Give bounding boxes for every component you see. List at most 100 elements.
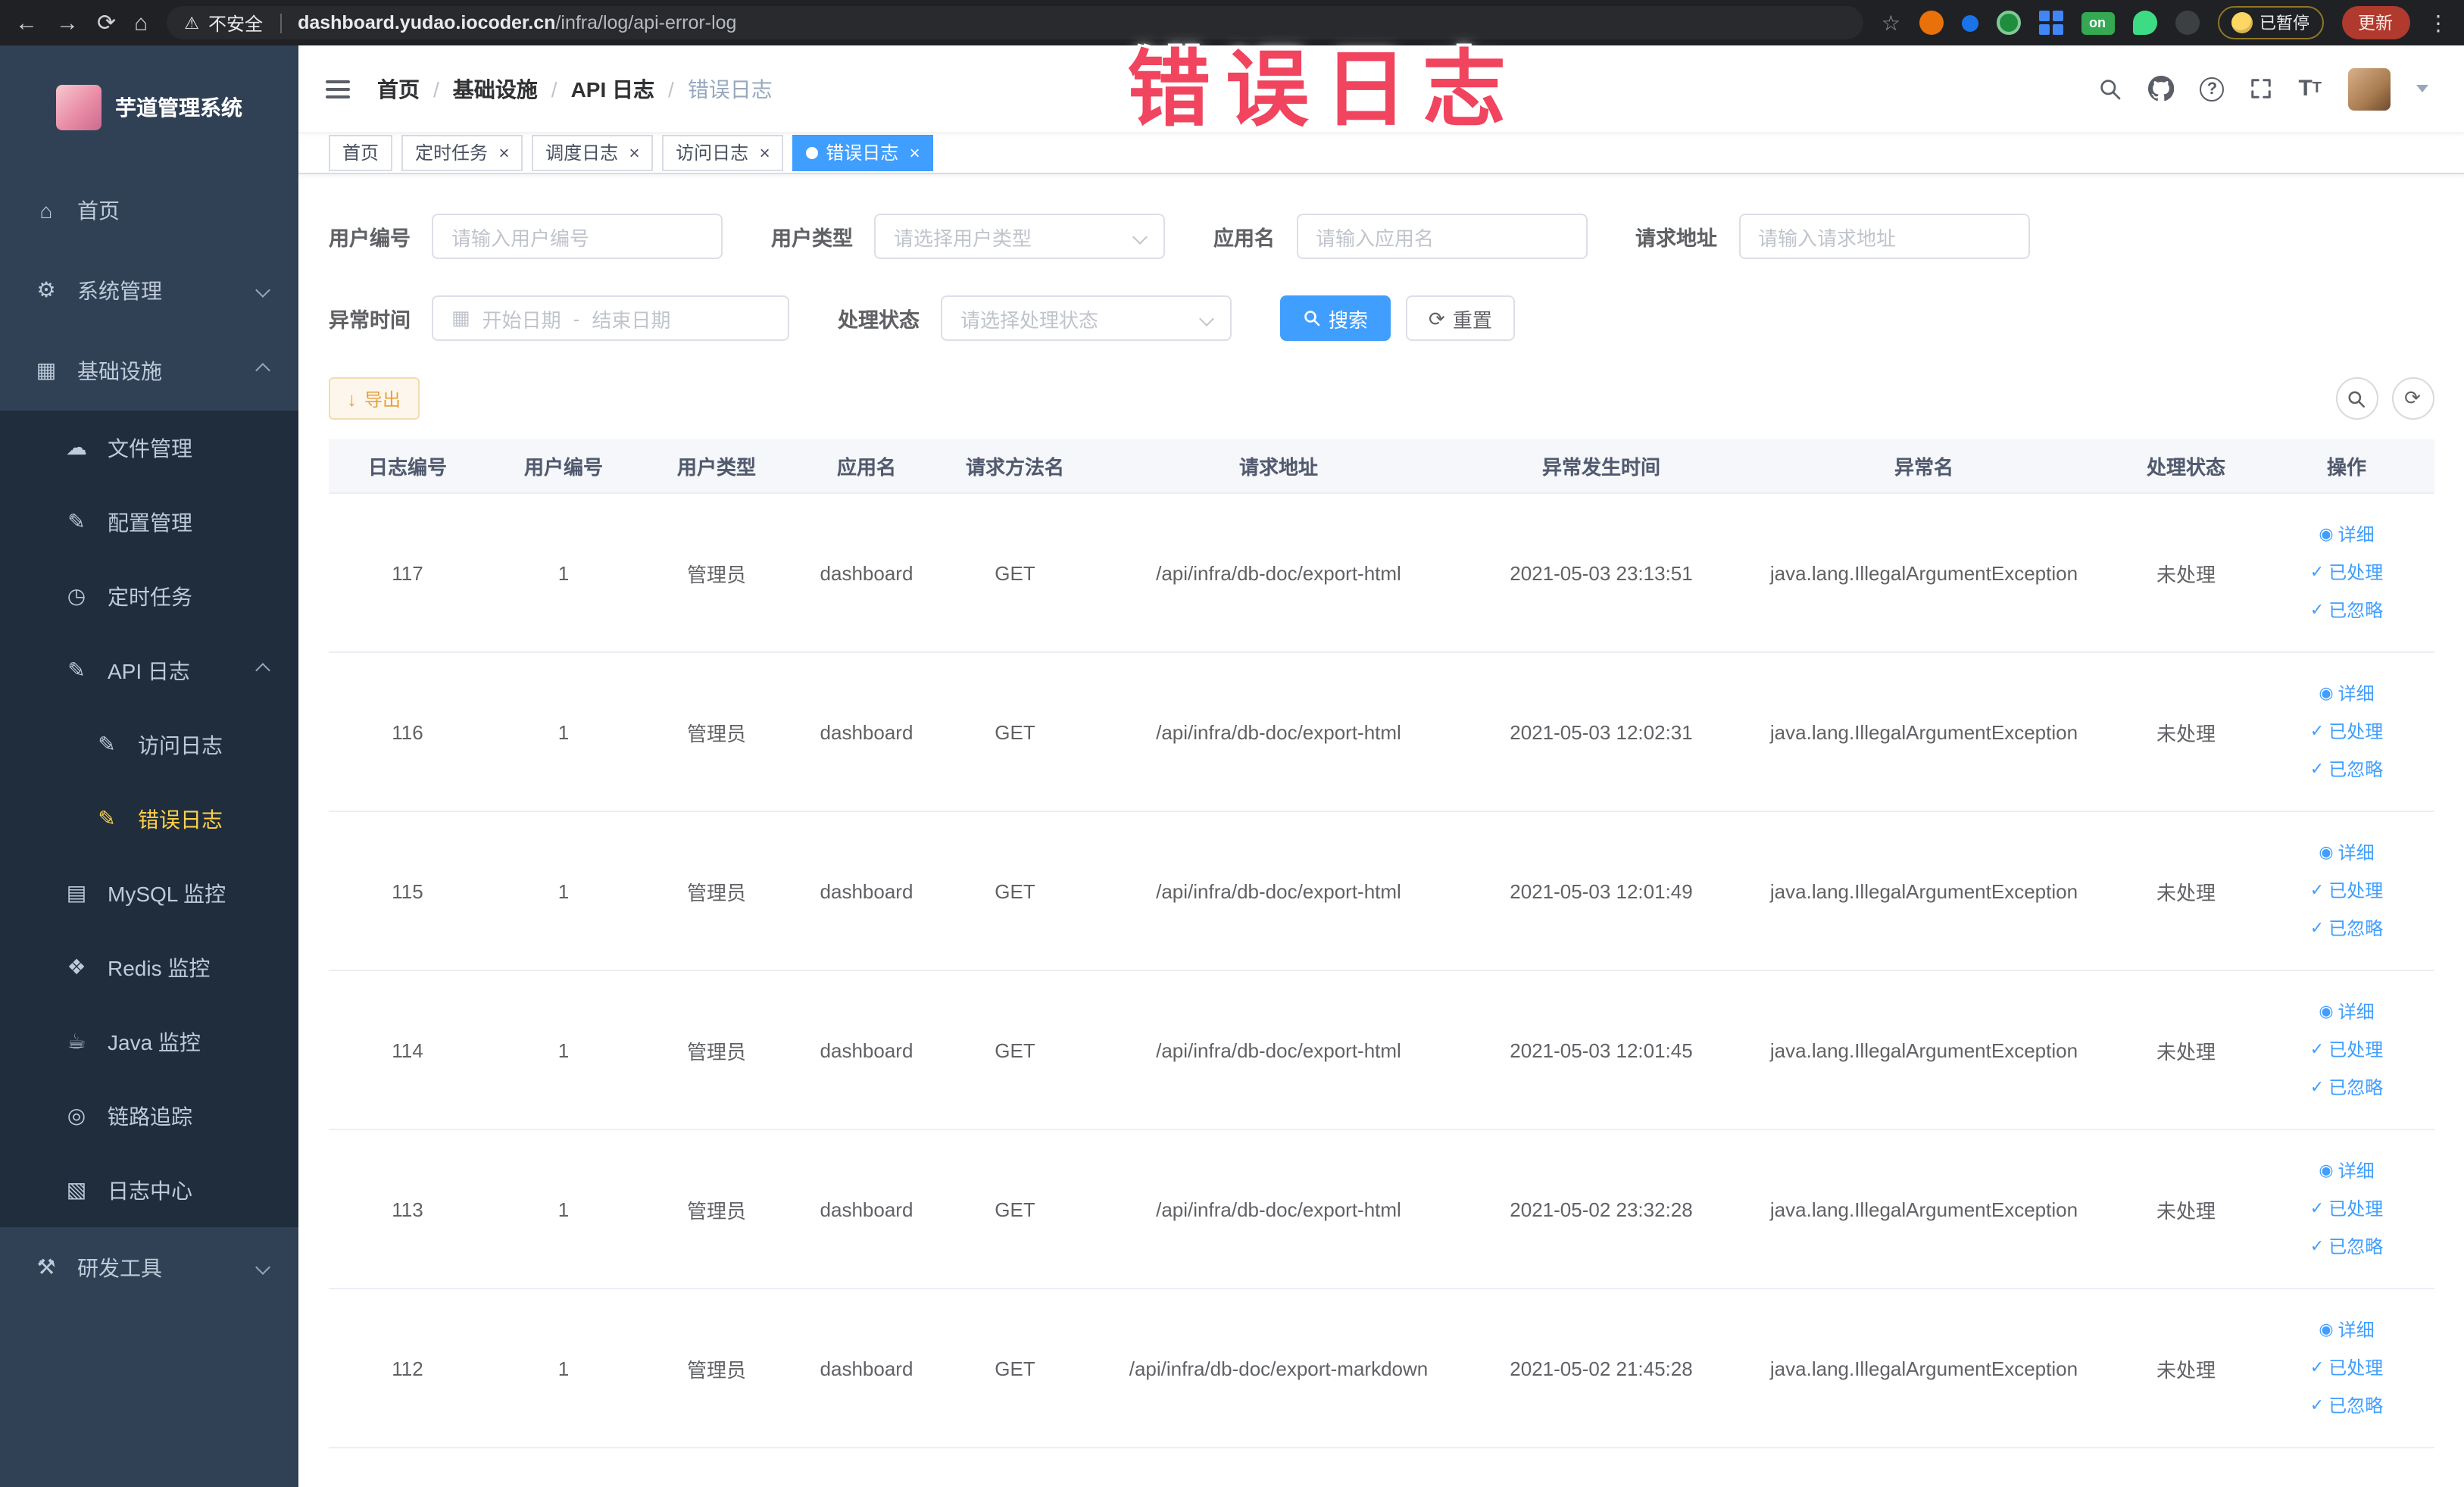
- action-已忽略[interactable]: ✓ 已忽略: [2310, 751, 2383, 789]
- action-详细[interactable]: ◉ 详细: [2319, 834, 2374, 872]
- cell-user_id: 1: [557, 1198, 570, 1220]
- sidebar-item-访问日志[interactable]: ✎ 访问日志: [0, 708, 298, 782]
- sidebar-item-定时任务[interactable]: ◷ 定时任务: [0, 559, 298, 633]
- address-bar[interactable]: ⚠ 不安全 dashboard.yudao.iocoder.cn/infra/l…: [166, 6, 1863, 39]
- sidebar-item-研发工具[interactable]: ⚒ 研发工具: [0, 1227, 298, 1307]
- action-已处理[interactable]: ✓ 已处理: [2310, 1349, 2383, 1387]
- table-row: 117 1 管理员 dashboard GET/api/infra/db-doc/exp…: [329, 494, 2434, 653]
- action-已处理[interactable]: ✓ 已处理: [2310, 872, 2383, 910]
- cell-user_type: 管理员: [686, 722, 746, 745]
- cell-id: 112: [392, 1357, 423, 1379]
- tab-调度日志[interactable]: 调度日志 ×: [532, 134, 654, 170]
- forward-icon[interactable]: →: [56, 11, 79, 34]
- sidebar-item-配置管理[interactable]: ✎ 配置管理: [0, 485, 298, 559]
- cell-user_type: 管理员: [686, 563, 746, 586]
- browser-menu-icon[interactable]: ⋮: [2428, 12, 2449, 33]
- navbar-actions: ? TT: [2098, 67, 2428, 110]
- action-详细[interactable]: ◉ 详细: [2319, 1311, 2374, 1349]
- paused-extension-chip[interactable]: 已暂停: [2217, 6, 2323, 39]
- process-status-select[interactable]: 请选择处理状态: [941, 295, 1232, 341]
- hamburger-icon[interactable]: [326, 75, 350, 102]
- action-详细[interactable]: ◉ 详细: [2319, 516, 2374, 554]
- tab-close-icon[interactable]: ×: [498, 143, 509, 161]
- tab-错误日志[interactable]: 错误日志 ×: [792, 134, 934, 170]
- extension-icon-3[interactable]: [1996, 11, 2020, 35]
- tab-首页[interactable]: 首页: [329, 134, 393, 170]
- sidebar-item-文件管理[interactable]: ☁ 文件管理: [0, 411, 298, 485]
- extensions-grid-icon[interactable]: [2038, 11, 2063, 35]
- extension-on-badge[interactable]: on: [2081, 11, 2114, 34]
- font-size-icon[interactable]: TT: [2298, 77, 2322, 100]
- sidebar-item-MySQL 监控[interactable]: ▤ MySQL 监控: [0, 856, 298, 930]
- column-header: 请求方法名: [965, 456, 1064, 479]
- action-已忽略[interactable]: ✓ 已忽略: [2310, 910, 2383, 948]
- toggle-search-button[interactable]: [2335, 377, 2378, 420]
- sidebar-item-错误日志[interactable]: ✎ 错误日志: [0, 782, 298, 856]
- refresh-table-button[interactable]: ⟳: [2391, 377, 2434, 420]
- search-icon[interactable]: [2098, 77, 2122, 101]
- user-id-input[interactable]: 请输入用户编号: [432, 214, 723, 259]
- cell-user_id: 1: [557, 561, 570, 584]
- request-url-input[interactable]: 请输入请求地址: [1738, 214, 2029, 259]
- action-详细[interactable]: ◉ 详细: [2319, 675, 2374, 713]
- action-已忽略[interactable]: ✓ 已忽略: [2310, 1069, 2383, 1107]
- user-type-label: 用户类型: [771, 227, 853, 250]
- sidebar-item-日志中心[interactable]: ▧ 日志中心: [0, 1153, 298, 1227]
- action-已忽略[interactable]: ✓ 已忽略: [2310, 1387, 2383, 1425]
- back-icon[interactable]: ←: [15, 11, 38, 34]
- breadcrumb-item[interactable]: API 日志: [571, 73, 654, 104]
- extension-icon-1[interactable]: [1919, 11, 1943, 35]
- logo[interactable]: 芋道管理系统: [0, 45, 298, 170]
- export-button[interactable]: ↓ 导出: [329, 377, 420, 420]
- action-详细[interactable]: ◉ 详细: [2319, 1152, 2374, 1190]
- tab-访问日志[interactable]: 访问日志 ×: [662, 134, 784, 170]
- app-name-input[interactable]: 请输入应用名: [1296, 214, 1587, 259]
- extension-paw-icon[interactable]: [2175, 11, 2199, 35]
- tab-close-icon[interactable]: ×: [759, 143, 770, 161]
- breadcrumb-item[interactable]: 基础设施: [453, 73, 538, 104]
- bookmark-star-icon[interactable]: ☆: [1882, 12, 1900, 33]
- cell-app: dashboard: [820, 720, 913, 743]
- avatar-caret-icon[interactable]: [2416, 85, 2428, 92]
- sidebar-item-Java 监控[interactable]: ☕ Java 监控: [0, 1004, 298, 1079]
- sidebar-item-Redis 监控[interactable]: ❖ Redis 监控: [0, 930, 298, 1004]
- sidebar-item-首页[interactable]: ⌂ 首页: [0, 170, 298, 250]
- user-avatar[interactable]: [2347, 67, 2390, 110]
- fullscreen-icon[interactable]: [2250, 77, 2272, 100]
- search-button[interactable]: 搜索: [1280, 295, 1391, 341]
- action-已忽略[interactable]: ✓ 已忽略: [2310, 1228, 2383, 1266]
- github-icon[interactable]: [2148, 76, 2175, 102]
- sidebar-item-label: Redis 监控: [108, 955, 211, 979]
- action-已处理[interactable]: ✓ 已处理: [2310, 713, 2383, 751]
- user-type-select[interactable]: 请选择用户类型: [874, 214, 1165, 259]
- action-已处理[interactable]: ✓ 已处理: [2310, 1190, 2383, 1228]
- tab-close-icon[interactable]: ×: [629, 143, 639, 161]
- tab-定时任务[interactable]: 定时任务 ×: [401, 134, 523, 170]
- reset-button[interactable]: ⟳ 重置: [1406, 295, 1515, 341]
- extension-icon-2[interactable]: [1961, 14, 1978, 31]
- sidebar-item-系统管理[interactable]: ⚙ 系统管理: [0, 250, 298, 330]
- help-icon[interactable]: ?: [2200, 77, 2225, 101]
- breadcrumb-item[interactable]: 首页: [377, 73, 420, 104]
- app-name-placeholder: 请输入应用名: [1316, 226, 1435, 249]
- tab-close-icon[interactable]: ×: [909, 143, 920, 161]
- exception-time-range-picker[interactable]: ▦ 开始日期 - 结束日期: [432, 295, 789, 341]
- doc-icon: ✎: [67, 658, 86, 682]
- sidebar-item-基础设施[interactable]: ▦ 基础设施: [0, 330, 298, 411]
- home-icon[interactable]: ⌂: [134, 11, 148, 34]
- app-title: 芋道管理系统: [115, 95, 242, 120]
- filter-user-id: 用户编号 请输入用户编号: [329, 214, 723, 259]
- browser-update-button[interactable]: 更新: [2341, 6, 2409, 39]
- action-已忽略[interactable]: ✓ 已忽略: [2310, 592, 2383, 629]
- reload-icon[interactable]: ⟳: [97, 11, 116, 34]
- sidebar-item-链路追踪[interactable]: ◎ 链路追踪: [0, 1079, 298, 1153]
- extension-leaf-icon[interactable]: [2132, 11, 2156, 35]
- cell-user_type: 管理员: [686, 1199, 746, 1222]
- check-icon: ✓: [2309, 722, 2325, 740]
- action-已处理[interactable]: ✓ 已处理: [2310, 554, 2383, 592]
- table-row: 116 1 管理员 dashboard GET/api/infra/db-doc/exp…: [329, 653, 2434, 812]
- sidebar-item-API 日志[interactable]: ✎ API 日志: [0, 633, 298, 708]
- action-详细[interactable]: ◉ 详细: [2319, 993, 2374, 1031]
- action-已处理[interactable]: ✓ 已处理: [2310, 1031, 2383, 1069]
- cell-user_id: 1: [557, 1357, 570, 1379]
